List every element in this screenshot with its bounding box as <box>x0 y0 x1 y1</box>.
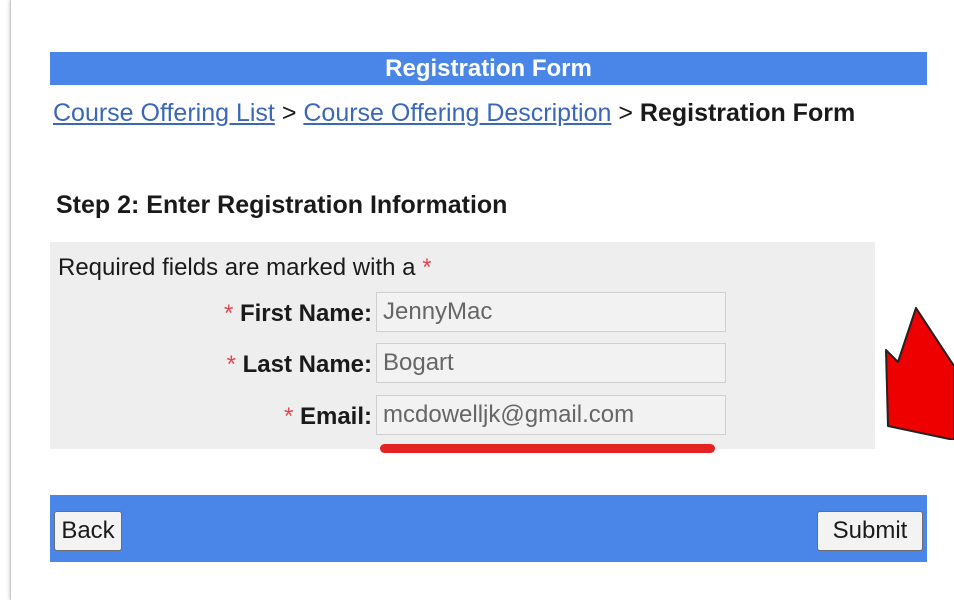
step-title: Step 2: Enter Registration Information <box>56 191 508 219</box>
last-name-label-text: Last Name: <box>242 351 372 378</box>
required-asterisk: * <box>422 254 432 281</box>
first-name-label: * First Name: <box>224 300 372 328</box>
red-arrow-icon <box>880 306 954 441</box>
required-note-text: Required fields are marked with a <box>58 254 416 281</box>
required-asterisk: * <box>223 300 234 327</box>
last-name-row: * Last Name: <box>50 343 875 387</box>
breadcrumb-current: Registration Form <box>639 99 856 127</box>
first-name-row: * First Name: <box>50 292 875 336</box>
email-label: * Email: <box>284 403 372 431</box>
breadcrumb-separator: > <box>611 99 640 127</box>
required-asterisk: * <box>226 351 236 378</box>
last-name-label: * Last Name: <box>227 351 372 379</box>
email-label-text: Email: <box>299 403 372 430</box>
submit-button[interactable]: Submit <box>817 511 923 551</box>
required-fields-note: Required fields are marked with a * <box>58 254 432 282</box>
breadcrumb: Course Offering List > Course Offering D… <box>53 96 933 130</box>
back-button[interactable]: Back <box>54 511 122 551</box>
red-underline-annotation <box>380 444 715 453</box>
breadcrumb-separator: > <box>274 99 304 127</box>
email-row: * Email: <box>50 395 875 439</box>
email-field[interactable] <box>376 395 726 435</box>
registration-form-panel: Required fields are marked with a * * Fi… <box>50 242 875 449</box>
page-title: Registration Form <box>50 52 927 85</box>
breadcrumb-link-course-offering-list[interactable]: Course Offering List <box>53 99 275 127</box>
required-asterisk: * <box>283 403 294 430</box>
action-bar: Back Submit <box>50 495 927 562</box>
breadcrumb-link-course-offering-description[interactable]: Course Offering Description <box>303 99 611 127</box>
last-name-field[interactable] <box>376 343 726 383</box>
first-name-label-text: First Name: <box>239 300 372 327</box>
first-name-field[interactable] <box>376 292 726 332</box>
